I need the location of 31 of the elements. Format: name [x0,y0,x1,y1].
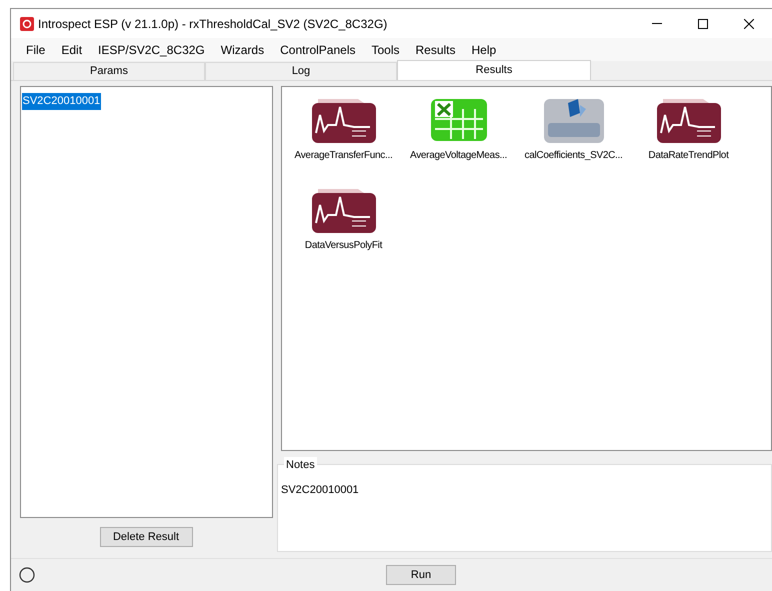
result-file-item[interactable]: calCoefficients_SV2C... [516,95,631,185]
menu-item[interactable]: Tools [363,40,408,58]
file-name: DataRateTrendPlot [648,149,729,163]
tab[interactable]: Log [205,62,397,80]
file-name: AverageVoltageMeas... [410,149,507,163]
result-file-item[interactable]: DataVersusPolyFit [286,185,401,275]
tab[interactable]: Params [13,62,205,80]
window-title: Introspect ESP (v 21.1.0p) - rxThresholdCal_SV2 (SV2C_8C32G) [38,16,388,32]
result-file-item[interactable]: DataRateTrendPlot [631,95,746,185]
app-logo-icon [20,16,34,30]
status-circle-icon [19,567,35,583]
result-file-item[interactable]: AverageVoltageMeas... [401,95,516,185]
delete-result-button[interactable]: Delete Result [100,527,192,547]
run-button[interactable]: Run [386,565,456,585]
menu-item[interactable]: File [18,40,54,58]
file-name: calCoefficients_SV2C... [524,149,622,163]
tab[interactable]: Results [397,60,591,80]
maximize-icon [698,18,708,28]
menu-item[interactable]: ControlPanels [272,40,364,58]
file-name: AverageTransferFunc... [294,149,392,163]
menu-item[interactable]: Results [408,40,464,58]
close-icon [744,18,754,28]
list-item[interactable]: SV2C20010001 [22,93,102,110]
minimize-icon [652,23,662,24]
file-name: DataVersusPolyFit [304,239,382,253]
menu-item[interactable]: IESP/SV2C_8C32G [90,40,213,58]
menu-item[interactable]: Help [464,40,504,58]
menu-item[interactable]: Wizards [212,40,272,58]
menu-item[interactable]: Edit [53,40,90,58]
result-file-item[interactable]: AverageTransferFunc... [286,95,401,185]
notes-text: SV2C20010001 [281,484,359,496]
